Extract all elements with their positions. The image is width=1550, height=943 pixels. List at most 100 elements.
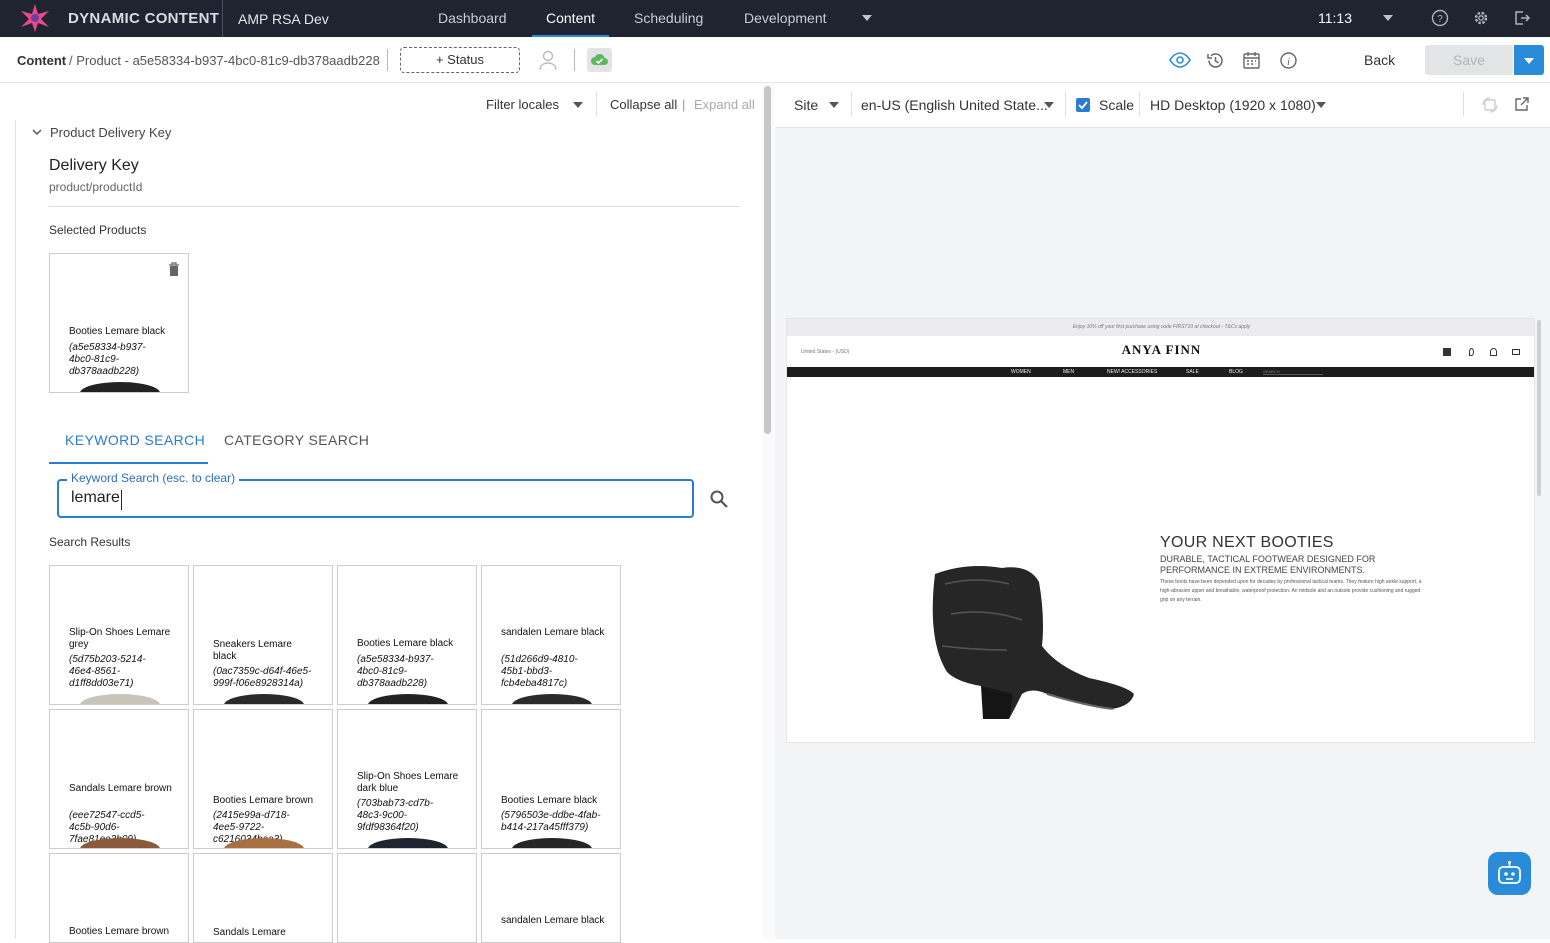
chevron-down-icon[interactable] bbox=[1044, 102, 1054, 108]
chevron-down-icon[interactable] bbox=[829, 102, 839, 108]
product-id: (5796503e-ddbe-4fab-b414-217a45fff379) bbox=[501, 810, 601, 833]
hub-name[interactable]: AMP RSA Dev bbox=[238, 11, 329, 27]
chevron-down-icon[interactable] bbox=[1316, 102, 1326, 108]
add-status-button[interactable]: + Status bbox=[400, 47, 520, 73]
product-name: Slip-On Shoes Lemare grey bbox=[69, 627, 171, 650]
breadcrumb-root[interactable]: Content bbox=[17, 53, 66, 68]
checkmark-icon bbox=[1078, 101, 1088, 110]
preview-eye-icon[interactable] bbox=[1169, 51, 1191, 69]
tab-scheduling[interactable]: Scheduling bbox=[634, 10, 703, 37]
assistant-chat-button[interactable] bbox=[1488, 852, 1531, 895]
scale-label[interactable]: Scale bbox=[1099, 97, 1134, 113]
product-name: Sandals Lemare brown bbox=[69, 783, 172, 794]
locale-dropdown[interactable]: en-US (English United State... bbox=[861, 97, 1048, 113]
assignee-user-icon[interactable] bbox=[538, 49, 558, 71]
result-card[interactable]: Sandals Lemare brown (eee72547-ccd5-4c5b… bbox=[49, 709, 189, 849]
product-name: Sandals Lemare bbox=[213, 927, 286, 938]
store-nav-blog[interactable]: BLOG bbox=[1229, 369, 1243, 375]
result-card[interactable]: Booties Lemare brown (2415e99a-d718-4ee5… bbox=[193, 709, 333, 849]
result-card[interactable]: Slip-On Shoes Lemare dark blue (703bab73… bbox=[337, 709, 477, 849]
result-card[interactable]: Booties Lemare brown bbox=[49, 853, 189, 943]
result-card[interactable]: Booties Lemare black (a5e58334-b937-4bc0… bbox=[337, 565, 477, 705]
product-id: (a5e58334-b937-4bc0-81c9-db378aadb228) bbox=[69, 342, 146, 377]
product-id: (0ac7359c-d64f-46e5-999f-f06e8928314a) bbox=[213, 666, 312, 689]
scrollbar-thumb[interactable] bbox=[764, 86, 771, 434]
product-name: sandalen Lemare black bbox=[501, 627, 605, 638]
section-title[interactable]: Product Delivery Key bbox=[50, 125, 171, 140]
tab-keyword-search[interactable]: KEYWORD SEARCH bbox=[65, 432, 205, 448]
keyword-search-label: Keyword Search (esc. to clear) bbox=[67, 471, 240, 485]
toolbar-divider: | bbox=[682, 97, 686, 112]
delivery-key-label: Delivery Key bbox=[49, 157, 139, 174]
store-nav-accessories[interactable]: NEW! ACCESSORIES bbox=[1107, 369, 1157, 375]
hero-headline: YOUR NEXT BOOTIES bbox=[1160, 534, 1334, 551]
store-nav-men[interactable]: MEN bbox=[1063, 369, 1074, 375]
product-thumbnail bbox=[512, 838, 592, 848]
chevron-down-icon bbox=[1524, 58, 1534, 64]
result-card[interactable]: Booties Lemare black (5796503e-ddbe-4fab… bbox=[481, 709, 621, 849]
text-cursor bbox=[121, 490, 122, 510]
tab-category-search[interactable]: CATEGORY SEARCH bbox=[224, 432, 369, 448]
account-icon[interactable] bbox=[1490, 348, 1497, 356]
result-card[interactable]: Sandals Lemare bbox=[193, 853, 333, 943]
user-menu-chevron-icon[interactable] bbox=[1383, 15, 1393, 21]
store-icon[interactable] bbox=[1443, 348, 1451, 356]
robot-assistant-icon bbox=[1498, 861, 1521, 884]
expand-all-button[interactable]: Expand all bbox=[694, 97, 755, 112]
product-name: Booties Lemare brown bbox=[69, 926, 170, 937]
product-thumbnail bbox=[368, 694, 448, 704]
info-icon[interactable]: i bbox=[1279, 51, 1298, 70]
product-thumbnail bbox=[224, 694, 304, 704]
search-icon[interactable] bbox=[709, 489, 729, 509]
location-icon[interactable] bbox=[1469, 348, 1474, 356]
result-card[interactable]: sandalen Lemare black bbox=[481, 853, 621, 943]
active-tab-indicator bbox=[49, 462, 208, 464]
collapse-all-button[interactable]: Collapse all bbox=[610, 97, 677, 112]
tab-development[interactable]: Development bbox=[744, 10, 827, 37]
product-name: sandalen Lemare black bbox=[501, 915, 605, 926]
selected-product-card[interactable]: Booties Lemare black (a5e58334-b937-4bc0… bbox=[49, 253, 189, 393]
chevron-down-icon[interactable] bbox=[573, 102, 583, 108]
preview-scrollbar[interactable] bbox=[1537, 320, 1541, 496]
site-preview: Enjoy 10% off your first purchase using … bbox=[786, 318, 1535, 743]
back-button[interactable]: Back bbox=[1364, 52, 1395, 68]
store-nav bbox=[787, 367, 1534, 377]
chevron-down-icon[interactable] bbox=[862, 15, 872, 21]
store-logo[interactable]: ANYA FINN bbox=[787, 342, 1534, 358]
settings-gear-icon[interactable] bbox=[1472, 9, 1490, 27]
product-thumbnail bbox=[368, 838, 448, 848]
result-card[interactable] bbox=[337, 853, 477, 943]
breadcrumb-item: / Product - a5e58334-b937-4bc0-81c9-db37… bbox=[69, 53, 380, 68]
product-name: Slip-On Shoes Lemare dark blue bbox=[357, 771, 459, 794]
logout-icon[interactable] bbox=[1513, 9, 1531, 27]
store-nav-women[interactable]: WOMEN bbox=[1011, 369, 1031, 375]
store-nav-sale[interactable]: SALE bbox=[1186, 369, 1199, 375]
tab-content[interactable]: Content bbox=[531, 10, 610, 37]
chevron-down-icon[interactable] bbox=[31, 127, 43, 137]
device-dropdown[interactable]: HD Desktop (1920 x 1080) bbox=[1150, 97, 1316, 113]
save-options-dropdown[interactable] bbox=[1514, 45, 1544, 75]
save-button[interactable]: Save bbox=[1425, 45, 1513, 75]
delivery-key-value: product/productId bbox=[49, 180, 143, 194]
open-external-icon[interactable] bbox=[1514, 96, 1530, 112]
filter-locales-dropdown[interactable]: Filter locales bbox=[486, 97, 559, 112]
delete-trash-icon[interactable] bbox=[168, 262, 180, 276]
result-card[interactable]: sandalen Lemare black (51d266d9-4810-45b… bbox=[481, 565, 621, 705]
keyword-search-value[interactable]: lemare bbox=[71, 489, 120, 507]
result-card[interactable]: Slip-On Shoes Lemare grey (5d75b203-5214… bbox=[49, 565, 189, 705]
result-card[interactable]: Sneakers Lemare black (0ac7359c-d64f-46e… bbox=[193, 565, 333, 705]
tab-dashboard[interactable]: Dashboard bbox=[438, 10, 507, 37]
history-icon[interactable] bbox=[1206, 51, 1225, 70]
search-results-label: Search Results bbox=[49, 535, 131, 549]
store-search[interactable]: SEARCH bbox=[1263, 369, 1323, 375]
site-dropdown[interactable]: Site bbox=[794, 97, 818, 113]
rotate-device-icon[interactable] bbox=[1481, 96, 1499, 114]
product-id: (5d75b203-5214-46e4-8561-d1ff8dd03e71) bbox=[69, 654, 146, 689]
calendar-icon[interactable] bbox=[1242, 51, 1261, 70]
form-scrollbar[interactable] bbox=[762, 84, 774, 939]
cloud-sync-status[interactable] bbox=[587, 48, 612, 72]
scale-checkbox[interactable] bbox=[1076, 98, 1090, 112]
help-icon[interactable]: ? bbox=[1431, 9, 1449, 27]
cloud-check-icon bbox=[591, 53, 608, 65]
cart-icon[interactable] bbox=[1512, 349, 1520, 355]
